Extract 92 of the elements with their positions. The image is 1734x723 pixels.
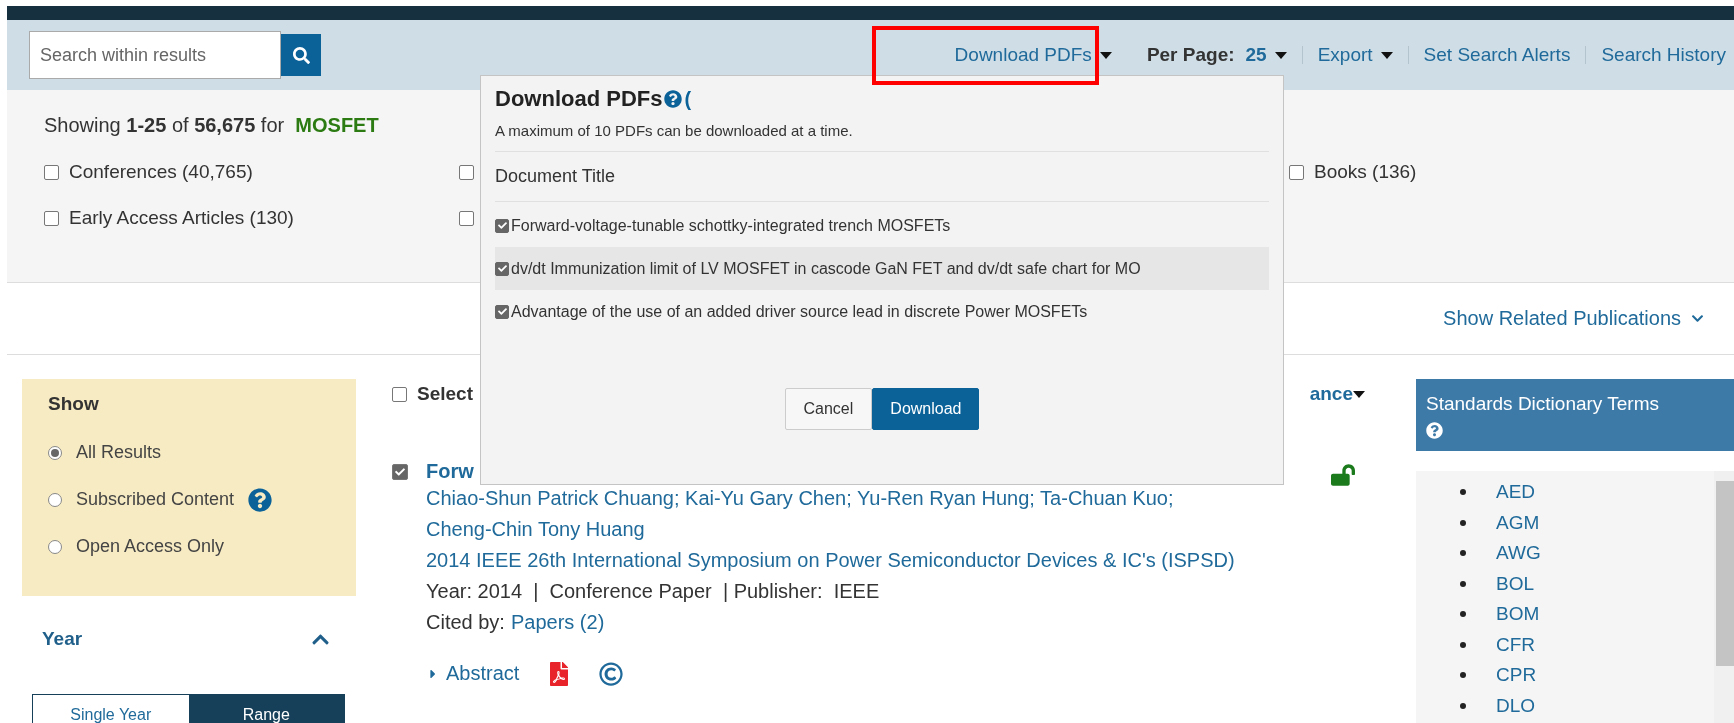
caret-down-icon <box>1099 51 1112 59</box>
export-menu[interactable]: Export <box>1317 44 1393 66</box>
bullet-icon <box>1460 489 1466 496</box>
document-row[interactable]: dv/dt Immunization limit of LV MOSFET in cascode GaN FET and dv/dt safe chart for MO <box>495 247 1269 290</box>
help-icon[interactable] <box>248 487 273 512</box>
author-link[interactable]: Chiao-Shun Patrick Chuang <box>426 487 674 509</box>
check-icon <box>497 221 507 230</box>
radio-button[interactable] <box>48 492 62 507</box>
dialog-title: Download PDFs <box>495 86 663 112</box>
download-button[interactable]: Download <box>872 388 980 430</box>
per-page-dropdown[interactable]: 25 <box>1245 44 1287 66</box>
select-all-label: Select <box>417 383 473 405</box>
radio-button[interactable] <box>48 445 62 460</box>
document-title: Advantage of the use of an added driver source lead in discrete Power MOSFETs <box>511 302 1088 321</box>
separator: ; <box>846 487 852 509</box>
document-title: Forward-voltage-tunable schottky-integrated trench MOSFETs <box>511 216 951 235</box>
copyright-icon[interactable] <box>599 661 624 686</box>
search-field[interactable]: Search within results <box>29 31 281 79</box>
check-icon <box>395 467 405 477</box>
author-link[interactable]: Yu-Ren Ryan Hung <box>857 487 1030 509</box>
bullet-icon <box>1460 611 1466 618</box>
checkbox[interactable] <box>392 386 407 402</box>
toolbar-link[interactable]: Search History <box>1601 44 1726 66</box>
checkbox[interactable] <box>459 164 474 180</box>
title-tail: ( <box>684 87 692 111</box>
term-link[interactable]: AED <box>1496 477 1536 508</box>
related-publications-link[interactable]: Show Related Publications <box>1443 307 1704 330</box>
citations-link[interactable]: Papers (2) <box>510 607 605 638</box>
search-icon <box>292 46 310 64</box>
term-link[interactable]: BOL <box>1496 568 1535 599</box>
checkbox[interactable] <box>1289 164 1304 180</box>
bullet-icon <box>1460 702 1466 709</box>
check-icon <box>497 264 507 273</box>
document-title: dv/dt Immunization limit of LV MOSFET in cascode GaN FET and dv/dt safe chart for MO <box>511 259 1141 278</box>
author-link[interactable]: Ta-Chuan Kuo <box>1040 487 1168 509</box>
checkbox[interactable] <box>495 261 509 276</box>
sort-dropdown[interactable]: ance <box>1309 383 1365 405</box>
bullet-icon <box>1460 641 1466 648</box>
toolbar-link[interactable]: Set Search Alerts <box>1423 44 1571 66</box>
cited-by-label: Cited by: <box>426 610 505 635</box>
radio-label: Subscribed Content <box>76 489 235 510</box>
separator: ; <box>1029 487 1035 509</box>
terms-panel-title: Standards Dictionary Terms <box>1426 392 1661 416</box>
radio-label: All Results <box>76 442 162 463</box>
facet-label: Early Access Articles (130) <box>69 207 294 229</box>
search-button[interactable] <box>281 34 321 76</box>
checkbox[interactable] <box>495 304 509 319</box>
checkbox[interactable] <box>44 164 59 180</box>
checkbox[interactable] <box>44 210 59 226</box>
results-summary: Showing 1-25 of 56,675 for MOSFET <box>44 114 379 137</box>
result-meta: Year: 2014 | Conference Paper | Publisher: IEEE <box>426 579 881 604</box>
facet-label: Books (136) <box>1314 161 1417 183</box>
document-row[interactable]: Forward-voltage-tunable schottky-integrated trench MOSFETs <box>495 204 1269 247</box>
chevron-down-icon <box>1691 312 1704 325</box>
bullet-icon <box>1460 672 1466 679</box>
scrollbar[interactable] <box>1714 471 1734 723</box>
document-row[interactable]: Advantage of the use of an added driver source lead in discrete Power MOSFETs <box>495 290 1269 333</box>
abstract-toggle[interactable]: Abstract <box>426 658 520 689</box>
dialog-note: A maximum of 10 PDFs can be downloaded at a time. <box>495 122 1269 152</box>
caret-down-icon <box>1274 51 1287 59</box>
column-header: Document Title <box>495 152 1269 202</box>
facet-label: Conferences (40,765) <box>69 161 253 183</box>
bullet-icon <box>1460 519 1466 526</box>
term-link[interactable]: CFR <box>1496 629 1536 660</box>
author-link[interactable]: Kai-Yu Gary Chen <box>685 487 847 509</box>
bullet-icon <box>1460 580 1466 587</box>
venue-link[interactable]: 2014 IEEE 26th International Symposium on Power Semiconductor Devices & IC's (ISPSD) <box>426 545 1286 576</box>
filter-title: Show <box>48 393 100 415</box>
term-link[interactable]: AWG <box>1496 538 1541 569</box>
per-page-label: Per Page: <box>1146 44 1235 66</box>
year-mode-tab[interactable]: Range <box>188 695 344 723</box>
checkbox[interactable] <box>459 210 474 226</box>
cancel-button[interactable]: Cancel <box>784 388 873 430</box>
check-icon <box>497 307 507 316</box>
bullet-icon <box>1460 550 1466 557</box>
radio-button[interactable] <box>48 539 62 554</box>
term-link[interactable]: DLO <box>1496 690 1536 721</box>
download-pdfs-menu[interactable]: Download PDFs <box>954 44 1112 66</box>
caret-down-icon <box>1353 390 1365 398</box>
term-link[interactable]: CPR <box>1496 660 1537 691</box>
separator: ; <box>1168 487 1174 509</box>
help-icon[interactable] <box>1426 422 1443 440</box>
radio-label: Open Access Only <box>76 536 225 557</box>
term-link[interactable]: AGM <box>1496 507 1540 538</box>
year-filter-header[interactable]: Year <box>22 628 356 650</box>
checkbox[interactable] <box>392 464 408 480</box>
checkbox[interactable] <box>495 218 509 233</box>
separator: ; <box>673 487 680 509</box>
term-link[interactable]: BOM <box>1496 599 1540 630</box>
caret-down-icon <box>1380 51 1393 59</box>
author-link[interactable]: Cheng-Chin Tony Huang <box>426 518 645 540</box>
help-icon[interactable] <box>664 90 683 108</box>
